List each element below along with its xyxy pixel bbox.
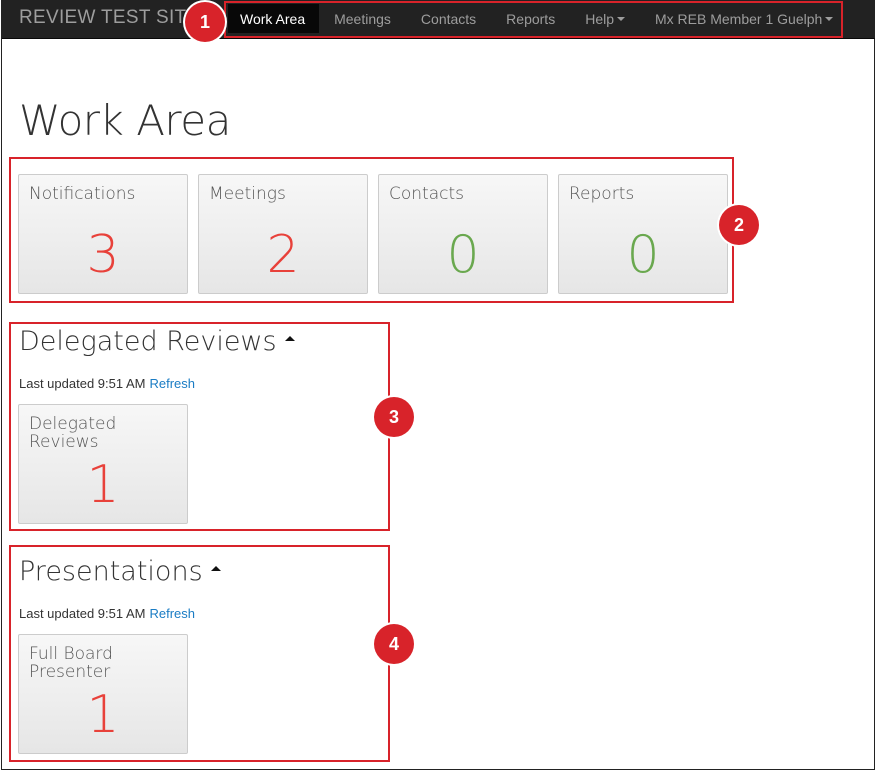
tile-count: 3 [86,225,120,285]
section-title-text: Delegated Reviews [19,326,277,357]
annotation-badge-4: 4 [374,624,414,664]
tile-delegated-reviews[interactable]: Delegated Reviews 1 [18,404,188,524]
last-updated-text: Last updated 9:51 AM [19,606,146,621]
presentations-heading[interactable]: Presentations [19,556,221,587]
tile-label: Reports [569,184,635,204]
tile-label: Contacts [389,184,464,204]
tile-count: 1 [86,685,120,745]
collapse-caret-icon[interactable] [284,336,295,341]
tile-label: Notifications [29,184,136,204]
presentations-last-updated: Last updated 9:51 AM Refresh [19,606,195,621]
tile-count: 1 [86,455,120,515]
tile-count: 0 [626,225,660,285]
refresh-link[interactable]: Refresh [149,376,195,391]
annotation-badge-3: 3 [374,397,414,437]
tile-count: 2 [266,225,300,285]
brand-title[interactable]: REVIEW TEST SITE [19,0,199,38]
tile-meetings[interactable]: Meetings 2 [198,174,368,294]
section-title-text: Presentations [19,556,203,587]
delegated-last-updated: Last updated 9:51 AM Refresh [19,376,195,391]
tile-reports[interactable]: Reports 0 [558,174,728,294]
annotation-badge-1: 1 [185,2,225,42]
page-title: Work Area [19,96,231,145]
tile-label: Meetings [209,184,286,204]
tile-label: Full Board Presenter [29,644,113,682]
last-updated-text: Last updated 9:51 AM [19,376,146,391]
collapse-caret-icon[interactable] [210,566,221,571]
tile-count: 0 [446,225,480,285]
tile-notifications[interactable]: Notifications 3 [18,174,188,294]
annotation-box-1 [224,1,843,38]
annotation-badge-2: 2 [719,205,759,245]
tile-label: Delegated Reviews [29,414,117,452]
tile-full-board-presenter[interactable]: Full Board Presenter 1 [18,634,188,754]
refresh-link[interactable]: Refresh [149,606,195,621]
tile-contacts[interactable]: Contacts 0 [378,174,548,294]
delegated-reviews-heading[interactable]: Delegated Reviews [19,326,295,357]
